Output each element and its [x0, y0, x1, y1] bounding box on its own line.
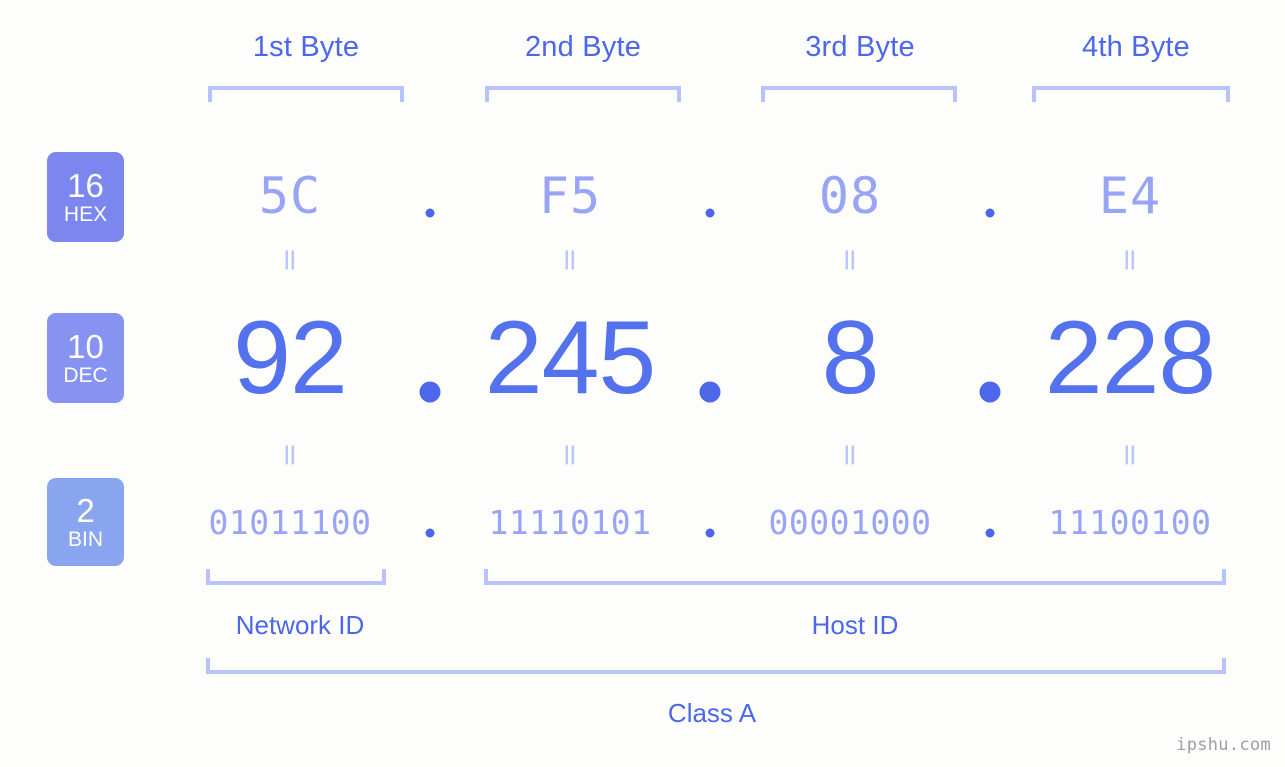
- equals-mark-6: =: [552, 442, 588, 468]
- class-label: Class A: [667, 698, 757, 728]
- dec-byte-2: 245: [484, 300, 657, 416]
- bin-byte-2: 11110101: [488, 502, 652, 542]
- hex-byte-4: E4: [1098, 167, 1162, 225]
- base-badge-bin: 2 BIN: [47, 478, 124, 566]
- dec-byte-1: 92: [233, 300, 348, 416]
- equals-mark-3: =: [832, 247, 868, 273]
- base-badge-hex-label: HEX: [63, 202, 108, 226]
- byte-header-3: 3rd Byte: [805, 31, 915, 63]
- hex-byte-3: 08: [818, 167, 882, 225]
- bin-byte-1: 01011100: [208, 502, 372, 542]
- byte-header-4: 4th Byte: [1082, 31, 1190, 63]
- equals-row-hex-dec: = = = =: [150, 245, 1270, 275]
- base-badge-hex-radix: 16: [67, 166, 104, 204]
- byte-header-1: 1st Byte: [252, 31, 360, 63]
- dec-byte-3: 8: [821, 300, 880, 416]
- equals-mark-2: =: [552, 247, 588, 273]
- decimal-value-row: 92 245 8 228: [150, 300, 1270, 416]
- base-badge-dec-label: DEC: [63, 363, 108, 387]
- hex-value-row: 5C F5 08 E4: [150, 150, 1270, 242]
- base-badge-dec-radix: 10: [67, 327, 104, 365]
- hex-byte-2: F5: [538, 167, 602, 225]
- equals-row-dec-bin: = = = =: [150, 440, 1270, 470]
- bin-byte-4: 11100100: [1048, 502, 1212, 542]
- base-badge-dec: 10 DEC: [47, 313, 124, 403]
- site-watermark: ipshu.com: [1176, 735, 1271, 755]
- equals-mark-4: =: [1112, 247, 1148, 273]
- bin-byte-3: 00001000: [768, 502, 932, 542]
- base-badge-hex: 16 HEX: [47, 152, 124, 242]
- base-badge-bin-radix: 2: [76, 491, 95, 529]
- ip-breakdown-diagram: 1st Byte 2nd Byte 3rd Byte 4th Byte 16 H…: [0, 0, 1285, 767]
- byte-header-2: 2nd Byte: [524, 31, 642, 63]
- equals-mark-5: =: [272, 442, 308, 468]
- byte-bracket-2: [485, 86, 681, 102]
- class-bracket: [206, 658, 1226, 674]
- base-badge-bin-label: BIN: [67, 527, 103, 551]
- byte-bracket-3: [761, 86, 957, 102]
- dec-byte-4: 228: [1044, 300, 1217, 416]
- host-id-bracket: [484, 569, 1226, 585]
- binary-value-row: 01011100 11110101 00001000 11100100: [150, 492, 1270, 552]
- equals-mark-1: =: [272, 247, 308, 273]
- byte-bracket-1: [208, 86, 404, 102]
- equals-mark-7: =: [832, 442, 868, 468]
- byte-bracket-4: [1032, 86, 1230, 102]
- equals-mark-8: =: [1112, 442, 1148, 468]
- network-id-bracket: [206, 569, 386, 585]
- hex-byte-1: 5C: [258, 167, 322, 225]
- network-id-label: Network ID: [235, 610, 365, 640]
- host-id-label: Host ID: [811, 610, 899, 640]
